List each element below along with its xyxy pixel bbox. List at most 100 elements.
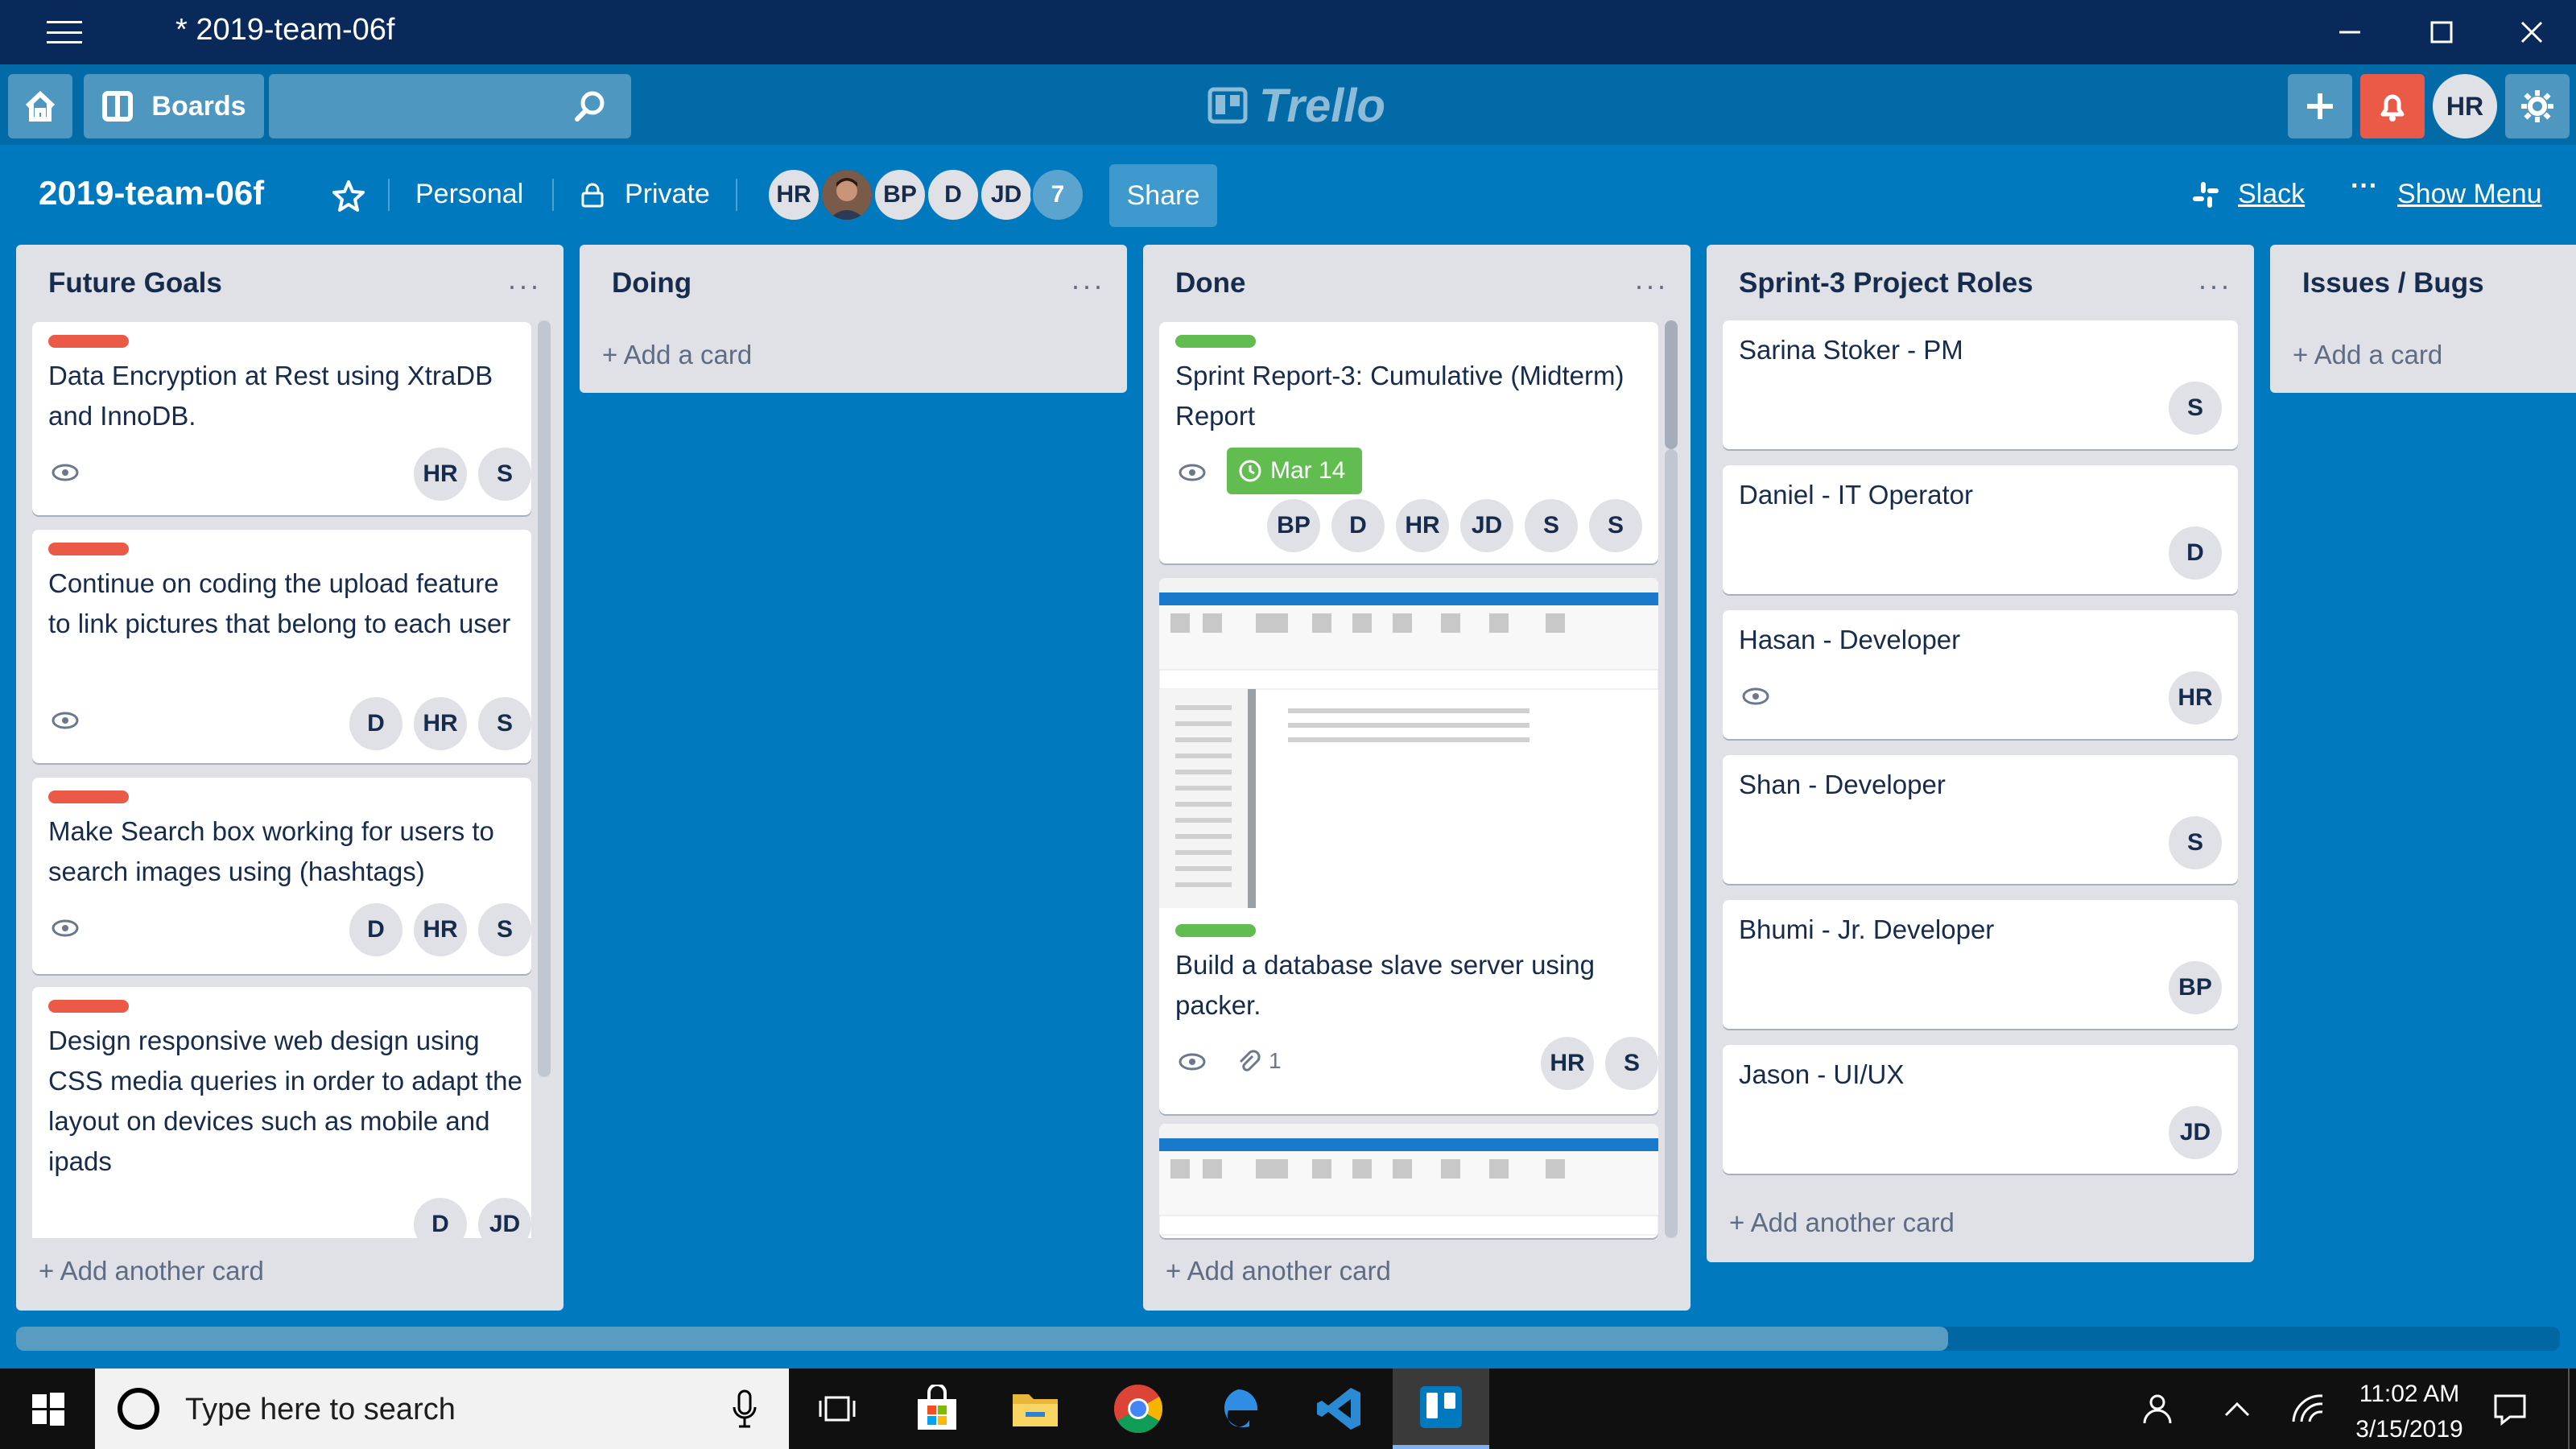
hamburger-menu-icon[interactable] — [47, 21, 82, 43]
list-title[interactable]: Sprint-3 Project Roles — [1739, 267, 2033, 299]
more-members-count[interactable]: 7 — [1030, 167, 1085, 222]
show-menu-link[interactable]: Show Menu — [2397, 179, 2542, 210]
team-button[interactable]: Personal — [415, 179, 523, 210]
taskbar-vscode-app[interactable] — [1291, 1368, 1388, 1449]
card-title: Sarina Stoker - PM — [1739, 335, 1963, 365]
card-member-avatar[interactable]: D — [414, 1198, 467, 1238]
card-member-avatar[interactable]: S — [1605, 1037, 1658, 1090]
card[interactable]: Data Encryption at Rest using XtraDB and… — [32, 322, 531, 515]
task-view-button[interactable] — [789, 1368, 886, 1449]
card-member-avatar[interactable]: HR — [2169, 671, 2222, 724]
add-card-button[interactable]: + Add a card — [2293, 340, 2442, 370]
card-member-avatar[interactable]: D — [349, 903, 402, 956]
start-button[interactable] — [0, 1368, 97, 1449]
card[interactable]: Hasan - Developer HR — [1723, 610, 2238, 739]
minimize-button[interactable] — [2306, 0, 2394, 64]
card-member-avatar[interactable]: HR — [414, 903, 467, 956]
show-desktop-button[interactable] — [2568, 1368, 2576, 1449]
share-button[interactable]: Share — [1109, 164, 1217, 227]
taskbar-search-box[interactable]: Type here to search — [95, 1368, 789, 1449]
list-scrollbar-track — [1665, 449, 1678, 1238]
card-member-avatar[interactable]: S — [1589, 499, 1642, 552]
board-member-avatar[interactable]: BP — [873, 167, 927, 222]
board-member-avatar[interactable]: D — [926, 167, 980, 222]
card[interactable]: Daniel - IT Operator D — [1723, 465, 2238, 594]
add-another-card-button[interactable]: + Add another card — [1166, 1256, 1391, 1286]
slack-link[interactable]: Slack — [2238, 179, 2305, 210]
card[interactable]: Continue on coding the upload feature to… — [32, 530, 531, 763]
boards-button[interactable]: Boards — [84, 74, 264, 138]
card-member-avatar[interactable]: D — [2169, 526, 2222, 580]
card-member-avatar[interactable]: S — [478, 903, 531, 956]
taskbar-store-app[interactable] — [889, 1368, 985, 1449]
card-member-avatar[interactable]: BP — [1267, 499, 1320, 552]
card-member-avatar[interactable]: BP — [2169, 961, 2222, 1014]
search-icon[interactable] — [573, 89, 609, 124]
list-title[interactable]: Done — [1175, 267, 1246, 299]
star-icon[interactable] — [332, 179, 365, 213]
card-member-avatar[interactable]: D — [1331, 499, 1385, 552]
network-button[interactable] — [2264, 1368, 2352, 1449]
card-member-avatar[interactable]: HR — [1541, 1037, 1594, 1090]
card[interactable]: Shan - Developer S — [1723, 755, 2238, 884]
card-member-avatar[interactable]: D — [349, 697, 402, 750]
board-member-avatar[interactable]: HR — [766, 167, 821, 222]
taskbar-file-explorer-app[interactable] — [987, 1368, 1084, 1449]
card[interactable]: Sprint Report-3: Cumulative (Midterm) Re… — [1159, 322, 1658, 564]
action-center-button[interactable] — [2463, 1368, 2557, 1449]
card[interactable]: Build a database slave server using pack… — [1159, 578, 1658, 1114]
list-title[interactable]: Doing — [612, 267, 691, 299]
list-menu-icon[interactable]: ··· — [1071, 269, 1104, 303]
card[interactable]: Make Search box working for users to sea… — [32, 778, 531, 974]
card-member-avatar[interactable]: HR — [1396, 499, 1449, 552]
eye-icon — [52, 712, 79, 729]
taskbar-trello-app-active[interactable] — [1393, 1368, 1489, 1449]
list-title[interactable]: Future Goals — [48, 267, 222, 299]
people-button[interactable] — [2111, 1368, 2204, 1449]
list-scrollbar[interactable] — [538, 320, 551, 1077]
add-another-card-button[interactable]: + Add another card — [1729, 1208, 1955, 1238]
board-member-photo-avatar[interactable] — [819, 167, 874, 222]
card-member-avatar[interactable]: S — [2169, 382, 2222, 435]
list-menu-icon[interactable]: ··· — [2198, 269, 2231, 303]
header-search-input[interactable] — [269, 74, 631, 138]
home-button[interactable] — [8, 74, 72, 138]
board-scrollbar-thumb[interactable] — [16, 1327, 1948, 1351]
microphone-icon[interactable] — [731, 1389, 758, 1428]
user-avatar[interactable]: HR — [2433, 74, 2497, 138]
card[interactable]: Bhumi - Jr. Developer BP — [1723, 900, 2238, 1029]
card-member-avatar[interactable]: JD — [1460, 499, 1513, 552]
card-member-avatar[interactable]: S — [478, 448, 531, 501]
list-title[interactable]: Issues / Bugs — [2302, 267, 2484, 299]
settings-button[interactable] — [2505, 74, 2570, 138]
add-another-card-button[interactable]: + Add another card — [39, 1256, 264, 1286]
card-member-avatar[interactable]: HR — [414, 697, 467, 750]
card[interactable]: Sarina Stoker - PM S — [1723, 320, 2238, 449]
card[interactable] — [1159, 1124, 1658, 1238]
notifications-button[interactable] — [2360, 74, 2425, 138]
list-menu-icon[interactable]: ··· — [507, 269, 541, 303]
list-scrollbar[interactable] — [1665, 320, 1678, 449]
card-member-avatar[interactable]: JD — [2169, 1106, 2222, 1159]
card-member-avatar[interactable]: S — [2169, 816, 2222, 869]
create-button[interactable] — [2288, 74, 2352, 138]
add-card-button[interactable]: + Add a card — [602, 340, 752, 370]
card-member-avatar[interactable]: HR — [414, 448, 467, 501]
card[interactable]: Jason - UI/UX JD — [1723, 1045, 2238, 1174]
visibility-button[interactable]: Private — [625, 179, 710, 210]
card-title: Make Search box working for users to sea… — [48, 816, 494, 886]
taskbar-clock[interactable]: 11:02 AM 3/15/2019 — [2341, 1377, 2478, 1447]
due-date-badge[interactable]: Mar 14 — [1227, 448, 1362, 494]
trello-logo[interactable]: Trello — [1208, 77, 1385, 134]
card-member-avatar[interactable]: S — [478, 697, 531, 750]
list-menu-icon[interactable]: ··· — [1634, 269, 1668, 303]
board-name[interactable]: 2019-team-06f — [39, 174, 264, 213]
close-button[interactable] — [2487, 0, 2576, 64]
taskbar-chrome-app[interactable] — [1090, 1368, 1187, 1449]
maximize-button[interactable] — [2397, 0, 2486, 64]
board-member-avatar[interactable]: JD — [979, 167, 1034, 222]
card-member-avatar[interactable]: JD — [478, 1198, 531, 1238]
card[interactable]: Design responsive web design using CSS m… — [32, 987, 531, 1238]
card-member-avatar[interactable]: S — [1525, 499, 1578, 552]
taskbar-edge-app[interactable] — [1190, 1368, 1286, 1449]
